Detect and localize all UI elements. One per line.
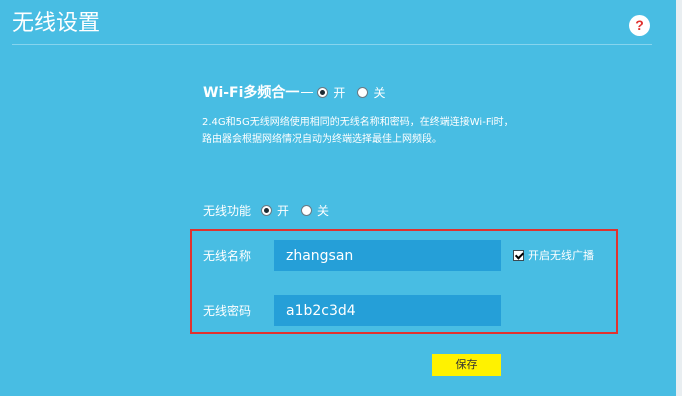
multiband-off-option[interactable]: 关 (357, 84, 385, 101)
description-line: 2.4G和5G无线网络使用相同的无线名称和密码，在终端连接Wi-Fi时， (202, 117, 514, 128)
ssid-label: 无线名称 (203, 249, 252, 263)
page-title: 无线设置 (12, 11, 101, 36)
multiband-on-radio[interactable] (317, 86, 329, 98)
multiband-off-label: 关 (373, 85, 386, 100)
multiband-label: Wi-Fi多频合一 (203, 85, 300, 101)
wireless-function-row: 无线功能 开 关 (203, 201, 341, 219)
ssid-input[interactable] (274, 240, 501, 271)
password-label: 无线密码 (203, 304, 252, 318)
page-edge (676, 0, 682, 396)
wireless-on-radio[interactable] (261, 204, 273, 216)
save-button[interactable]: 保存 (432, 354, 501, 376)
multiband-description: 2.4G和5G无线网络使用相同的无线名称和密码，在终端连接Wi-Fi时， 路由器… (202, 114, 602, 148)
multiband-dash (301, 91, 314, 93)
broadcast-label: 开启无线广播 (528, 249, 594, 262)
password-input[interactable] (274, 295, 501, 326)
wireless-off-radio[interactable] (301, 204, 313, 216)
broadcast-checkbox[interactable] (513, 249, 524, 261)
multiband-on-label: 开 (333, 85, 346, 100)
description-line: 路由器会根据网络情况自动为终端选择最佳上网频段。 (202, 134, 442, 145)
wireless-on-option[interactable]: 开 (261, 202, 289, 219)
multiband-row: Wi-Fi多频合一 开 关 (203, 83, 397, 101)
multiband-on-option[interactable]: 开 (317, 84, 345, 101)
help-icon[interactable]: ? (629, 15, 650, 36)
title-divider (12, 44, 652, 45)
broadcast-option[interactable]: 开启无线广播 (513, 247, 594, 263)
wireless-off-option[interactable]: 关 (301, 202, 329, 219)
wireless-off-label: 关 (317, 203, 330, 218)
multiband-off-radio[interactable] (357, 86, 369, 98)
wireless-function-label: 无线功能 (203, 203, 252, 218)
wireless-on-label: 开 (277, 203, 290, 218)
